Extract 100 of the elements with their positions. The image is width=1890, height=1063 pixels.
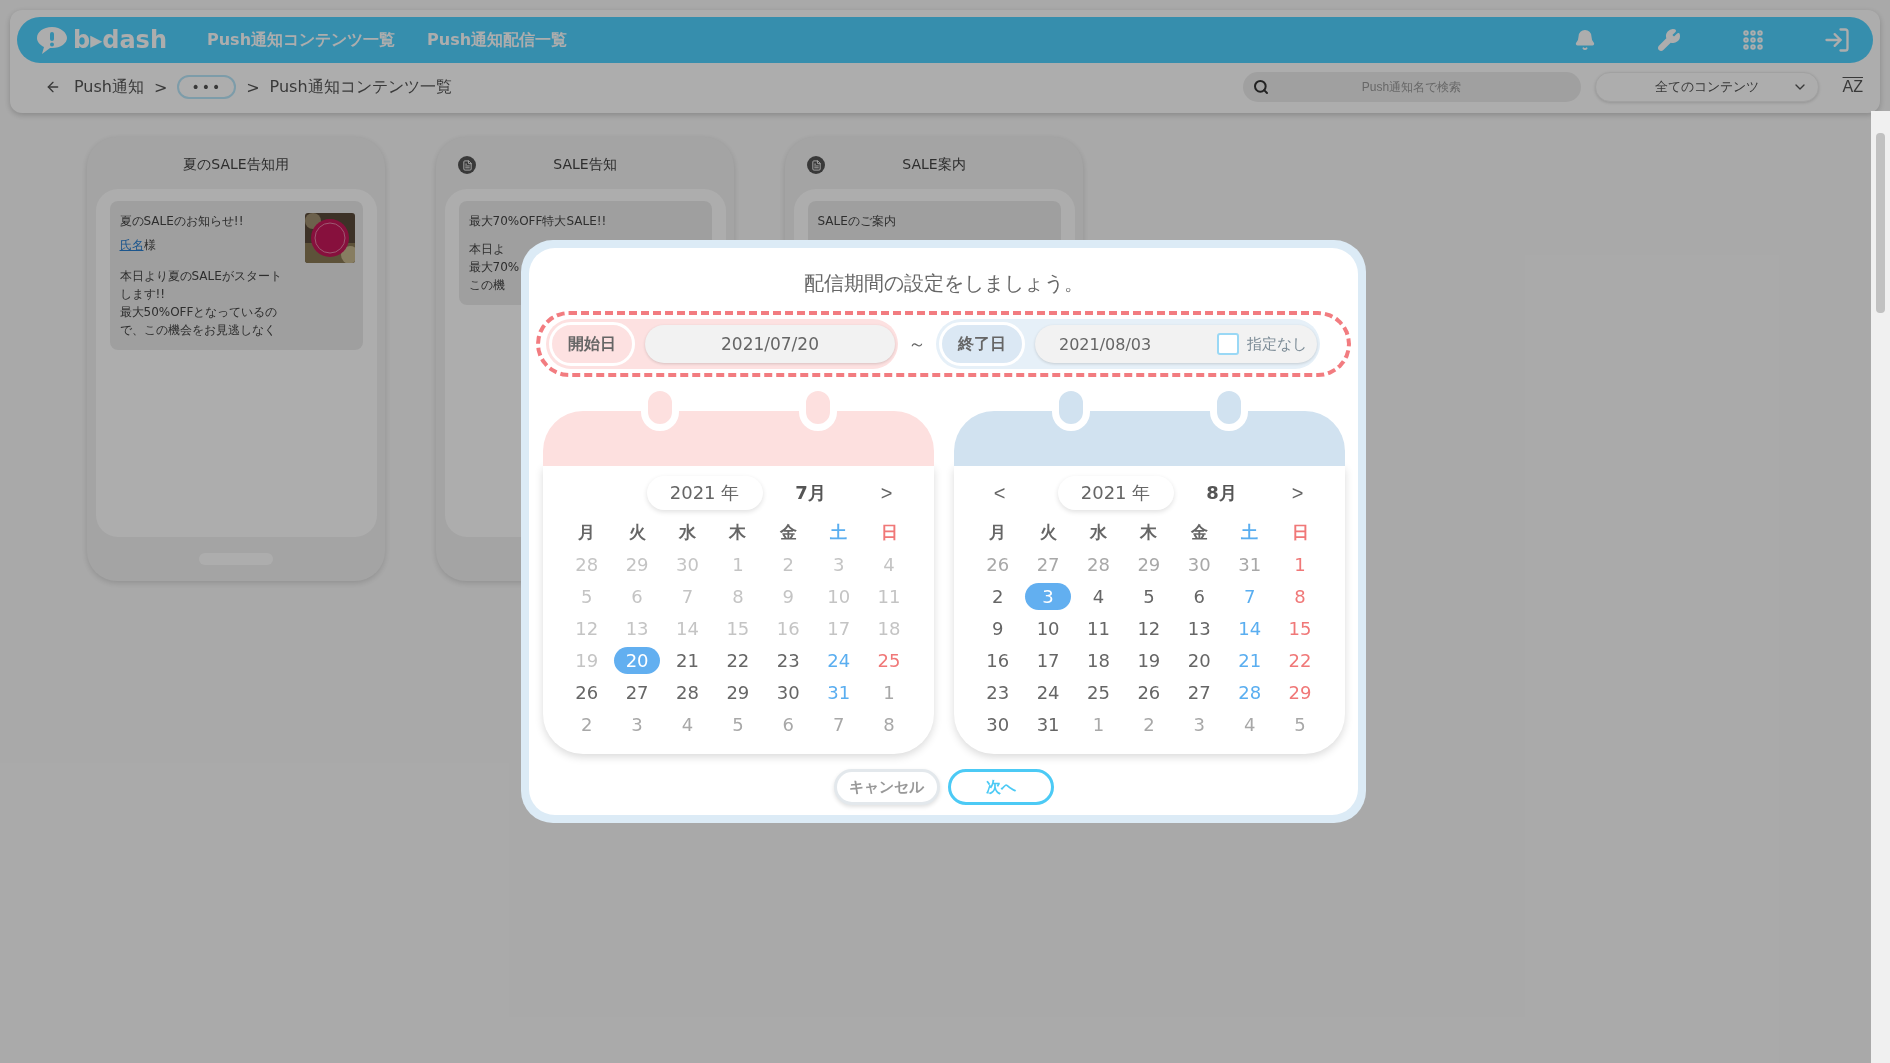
calendar-day[interactable]: 26 [986,550,1010,578]
next-month-button[interactable]: > [1291,481,1304,505]
calendar-day[interactable]: 5 [732,710,744,738]
calendar-day[interactable]: 30 [1187,550,1211,578]
calendar-day[interactable]: 16 [986,646,1010,674]
calendar-day[interactable]: 7 [1243,582,1256,610]
calendar-day[interactable]: 5 [1143,582,1155,610]
calendar-day[interactable]: 26 [575,678,599,706]
name-link[interactable]: 氏名 [119,238,144,252]
calendar-day[interactable]: 1 [1092,710,1105,738]
notification-text: します!! [119,286,167,302]
logo-text: b▸dash [73,26,167,54]
calendar-day[interactable]: 23 [986,678,1010,706]
calendar-day[interactable]: 11 [1087,614,1110,642]
calendar-day[interactable]: 23 [776,646,800,674]
year-selector[interactable]: 2021 年 [1057,476,1174,510]
weekday-label: 木 [1139,520,1159,544]
calendar-day[interactable]: 2 [580,710,593,738]
calendar-day[interactable]: 27 [1036,550,1060,578]
month-label: 8月 [1205,481,1238,505]
calendar-day[interactable]: 27 [625,678,649,706]
calendar-day[interactable]: 12 [1137,614,1161,642]
calendar-day[interactable]: 20 [614,646,661,674]
next-button[interactable]: 次へ [947,769,1054,805]
year-selector[interactable]: 2021 年 [646,476,763,510]
weekday-label: 金 [778,520,798,544]
calendar-day[interactable]: 31 [1238,550,1262,578]
calendar-day[interactable]: 14 [1238,614,1262,642]
calendar-day[interactable]: 29 [1288,678,1312,706]
calendar-day[interactable]: 21 [1238,646,1262,674]
nav-link[interactable]: Push通知コンテンツ一覧 [207,29,395,51]
calendar-day[interactable]: 20 [1187,646,1211,674]
calendar-day[interactable]: 30 [776,678,800,706]
weekday-label: 土 [829,520,849,544]
calendar-day[interactable]: 13 [1187,614,1211,642]
notification-text: 本日よ [468,241,506,257]
calendar-day[interactable]: 4 [1243,710,1256,738]
cancel-button[interactable]: キャンセル [833,769,940,805]
weekday-label: 火 [627,520,647,544]
calendar-day[interactable]: 29 [726,678,750,706]
calendar-day[interactable]: 3 [1025,582,1072,610]
logo[interactable]: b▸dash [35,25,167,55]
card-title: SALE案内 [902,156,966,174]
calendar-day[interactable]: 28 [1087,550,1110,578]
calendar-day[interactable]: 4 [681,710,694,738]
calendar-day[interactable]: 28 [1238,678,1262,706]
calendar-day[interactable]: 25 [877,646,901,674]
calendar-day[interactable]: 6 [782,710,794,738]
calendar-day[interactable]: 7 [832,710,845,738]
weekday-label: 土 [1240,520,1260,544]
calendar-day[interactable]: 25 [1087,678,1110,706]
calendar-day[interactable]: 19 [1137,646,1161,674]
sort-button[interactable]: AZ [1842,78,1863,96]
content-card[interactable]: 夏のSALE告知用 夏のSALEのお知らせ!! 氏名様 本日より夏のSALEがスタート します!! 最大50%OFFとなっているの で、この機会をお見逃しなく [87,137,385,581]
calendar-day[interactable]: 1 [1294,550,1306,578]
calendar-day[interactable]: 8 [1294,582,1306,610]
start-date-label: 開始日 [549,322,635,366]
calendar-day[interactable]: 22 [1288,646,1312,674]
calendar-day[interactable]: 27 [1187,678,1211,706]
calendar-day[interactable]: 4 [1092,582,1105,610]
calendar-day[interactable]: 3 [631,710,643,738]
range-separator: ～ [908,332,926,356]
notification-subject: 夏のSALEのお知らせ!! [119,213,245,229]
calendar-day[interactable]: 15 [1288,614,1312,642]
greeting-text: 氏名様 [119,237,157,254]
calendar-day[interactable]: 24 [1036,678,1060,706]
calendar-day[interactable]: 17 [1036,646,1060,674]
search-icon [1252,79,1269,95]
calendar-day[interactable]: 2 [991,582,1004,610]
start-date-field[interactable]: 2021/07/20 [645,325,895,363]
calendar-day[interactable]: 22 [726,646,750,674]
calendar-day[interactable]: 10 [1036,614,1060,642]
calendar-day[interactable]: 26 [1137,678,1161,706]
previous-month-button[interactable]: < [993,481,1006,505]
calendar-day[interactable]: 28 [676,678,699,706]
checkbox[interactable] [1217,333,1239,355]
weekday-label: 金 [1189,520,1209,544]
calendar-day[interactable]: 24 [827,646,851,674]
calendar-day[interactable]: 29 [1137,550,1161,578]
calendar-day[interactable]: 1 [883,678,895,706]
weekday-label: 木 [728,520,748,544]
calendar-day[interactable]: 6 [1193,582,1205,610]
breadcrumb-item[interactable]: Push通知コンテンツ一覧 [269,76,452,98]
calendar-day[interactable]: 31 [827,678,851,706]
calendar-day[interactable]: 21 [676,646,699,674]
calendar-day[interactable]: 8 [883,710,895,738]
calendar-day[interactable]: 30 [986,710,1010,738]
breadcrumb-item[interactable]: Push通知 [74,76,144,98]
card-title: SALE告知 [553,156,617,174]
next-month-button[interactable]: > [880,481,893,505]
scrollbar[interactable] [1871,111,1890,1063]
calendar-day[interactable]: 18 [1087,646,1110,674]
nav-link[interactable]: Push通知配信一覧 [427,29,568,51]
content-filter-dropdown[interactable]: 全てのコンテンツ [1594,72,1819,102]
more-button[interactable]: ••• [177,75,237,99]
calendar-day[interactable]: 5 [1294,710,1306,738]
calendar-day[interactable]: 2 [1143,710,1155,738]
calendar-day[interactable]: 9 [991,614,1004,642]
calendar-day[interactable]: 3 [1193,710,1205,738]
calendar-day[interactable]: 31 [1036,710,1060,738]
